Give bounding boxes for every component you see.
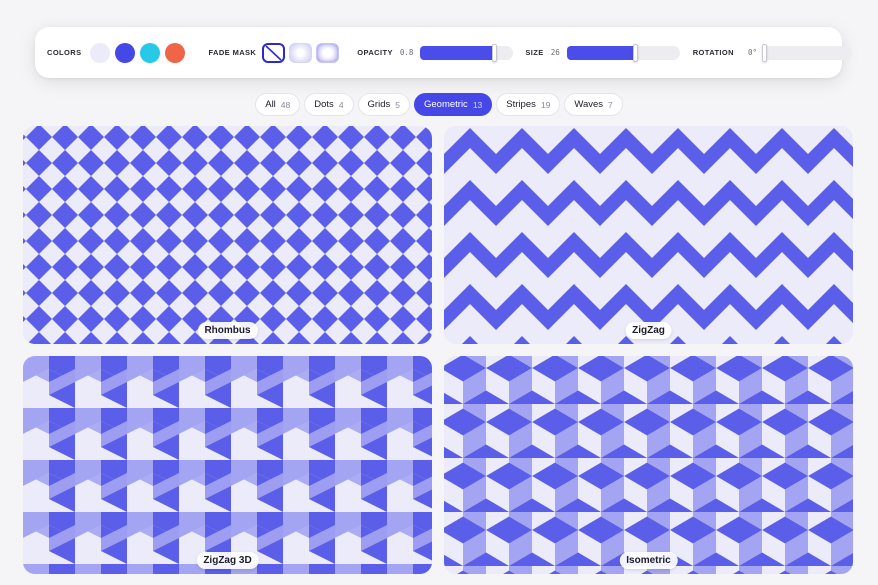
pattern-card-zigzag-3d[interactable]: ZigZag 3D (23, 356, 432, 574)
size-group: SIZE 26 (525, 43, 680, 62)
color-swatch-cyan[interactable] (140, 42, 161, 63)
rhombus-pattern-preview (23, 126, 432, 344)
tab-geometric[interactable]: Geometric 13 (413, 93, 493, 116)
tab-count: 13 (472, 99, 483, 110)
opacity-slider-thumb[interactable] (492, 43, 498, 62)
color-swatch-indigo[interactable] (115, 42, 136, 63)
opacity-slider[interactable] (420, 43, 514, 62)
tab-label: Stripes (506, 99, 536, 110)
colors-label: COLORS (47, 48, 82, 57)
zigzag-pattern-preview (444, 126, 853, 344)
colors-group: COLORS (47, 42, 186, 63)
pattern-card-rhombus[interactable]: Rhombus (23, 126, 432, 344)
rotation-label: ROTATION (692, 48, 734, 57)
rotation-slider-thumb[interactable] (762, 43, 767, 62)
rotation-value: 0° (747, 48, 757, 57)
pattern-name: Rhombus (197, 322, 258, 339)
pattern-name: ZigZag (625, 322, 672, 339)
no-fade-slash-icon (265, 44, 282, 61)
isometric-pattern-preview (444, 356, 853, 574)
tab-label: Waves (574, 99, 604, 110)
color-swatch-light[interactable] (90, 42, 111, 63)
color-swatch-coral[interactable] (165, 42, 186, 63)
tab-label: All (265, 99, 276, 110)
size-slider[interactable] (566, 43, 680, 62)
pattern-name: ZigZag 3D (196, 552, 259, 569)
fade-mask-soft-button[interactable] (289, 42, 313, 63)
category-tabs: All 48 Dots 4 Grids 5 Geometric 13 Strip… (0, 92, 878, 117)
fade-mask-group: FADE MASK (208, 42, 340, 63)
tab-count: 7 (608, 99, 613, 110)
opacity-value: 0.8 (399, 48, 414, 57)
pattern-controls-toolbar: COLORS FADE MASK OPACITY 0.8 SIZE 26 ROT… (35, 27, 852, 78)
tab-count: 5 (395, 99, 400, 110)
fade-mask-none-button[interactable] (262, 42, 286, 63)
tab-dots[interactable]: Dots 4 (304, 93, 354, 116)
tab-label: Grids (367, 99, 391, 110)
rotation-group: ROTATION 0° (692, 43, 852, 62)
opacity-slider-fill (420, 45, 495, 60)
size-slider-fill (566, 45, 635, 60)
pattern-card-zigzag[interactable]: ZigZag (444, 126, 853, 344)
size-slider-thumb[interactable] (632, 43, 638, 62)
tab-stripes[interactable]: Stripes 19 (496, 93, 561, 116)
opacity-group: OPACITY 0.8 (357, 43, 514, 62)
pattern-card-isometric[interactable]: Isometric (444, 356, 853, 574)
fade-mask-label: FADE MASK (208, 48, 257, 57)
tab-all[interactable]: All 48 (255, 93, 301, 116)
tab-count: 4 (338, 99, 344, 110)
rotation-slider[interactable] (762, 43, 852, 62)
pattern-name: Isometric (619, 552, 678, 569)
tab-label: Geometric (423, 99, 468, 110)
fade-mask-edge-button[interactable] (316, 42, 340, 63)
zigzag-3d-pattern-preview (23, 356, 432, 574)
opacity-label: OPACITY (357, 48, 393, 57)
tab-count: 48 (280, 99, 291, 110)
size-label: SIZE (525, 48, 544, 57)
tab-waves[interactable]: Waves 7 (564, 93, 623, 116)
tab-label: Dots (314, 99, 334, 110)
size-value: 26 (550, 48, 560, 57)
tab-grids[interactable]: Grids 5 (357, 93, 410, 116)
tab-count: 19 (540, 99, 551, 110)
